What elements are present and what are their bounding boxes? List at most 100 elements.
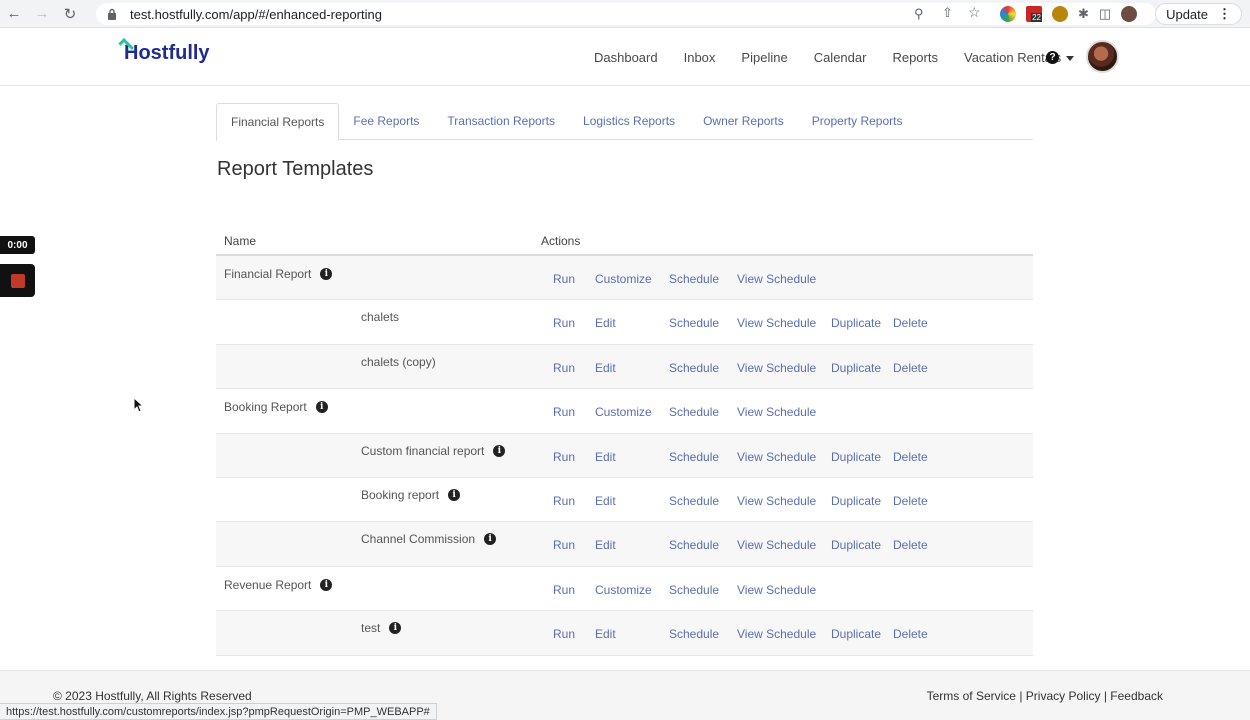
run-link[interactable]: Run (553, 450, 595, 464)
run-link[interactable]: Run (553, 272, 595, 286)
edit-link[interactable]: Edit (595, 627, 669, 641)
run-link[interactable]: Run (553, 405, 595, 419)
duplicate-link[interactable]: Duplicate (831, 361, 893, 375)
row-actions: Run Edit Schedule View Schedule Duplicate Del… (553, 361, 928, 375)
view-schedule-link[interactable]: View Schedule (737, 627, 831, 641)
duplicate-link[interactable]: Duplicate (831, 494, 893, 508)
back-icon[interactable]: ← (0, 0, 28, 28)
run-link[interactable]: Run (553, 583, 595, 597)
profile-icon[interactable] (1121, 6, 1138, 22)
page-title: Report Templates (217, 158, 374, 180)
tab-logistics-reports[interactable]: Logistics Reports (569, 103, 689, 139)
run-link[interactable]: Run (553, 538, 595, 552)
schedule-link[interactable]: Schedule (669, 583, 737, 597)
key-icon[interactable]: ⚲ (914, 6, 924, 22)
run-link[interactable]: Run (553, 494, 595, 508)
status-bar-url: https://test.hostfully.com/customreports… (0, 703, 437, 720)
duplicate-link[interactable]: Duplicate (831, 316, 893, 330)
schedule-link[interactable]: Schedule (669, 272, 737, 286)
forward-icon[interactable]: → (28, 0, 56, 28)
edit-link[interactable]: Edit (595, 361, 669, 375)
schedule-link[interactable]: Schedule (669, 627, 737, 641)
info-icon[interactable]: i (389, 622, 402, 635)
address-bar[interactable]: test.hostfully.com/app/#/enhanced-report… (96, 3, 1156, 25)
edit-link[interactable]: Edit (595, 538, 669, 552)
help-icon[interactable]: ? (1046, 51, 1059, 64)
tab-owner-reports[interactable]: Owner Reports (689, 103, 798, 139)
copyright-text: © 2023 Hostfully, All Rights Reserved (53, 689, 252, 703)
delete-link[interactable]: Delete (893, 450, 928, 464)
puzzle-icon[interactable]: ✱ (1078, 6, 1089, 22)
hostfully-logo[interactable]: Hostfully (118, 38, 210, 65)
privacy-link[interactable]: Privacy Policy (1026, 689, 1101, 703)
view-schedule-link[interactable]: View Schedule (737, 494, 831, 508)
info-icon[interactable]: i (448, 488, 461, 501)
table-row: Revenue Report i Run Customize Schedule View … (216, 567, 1033, 612)
edit-link[interactable]: Edit (595, 450, 669, 464)
row-actions: Run Edit Schedule View Schedule Duplicate Del… (553, 538, 928, 552)
nav-calendar[interactable]: Calendar (814, 50, 867, 65)
schedule-link[interactable]: Schedule (669, 316, 737, 330)
duplicate-link[interactable]: Duplicate (831, 627, 893, 641)
run-link[interactable]: Run (553, 627, 595, 641)
url-text: test.hostfully.com/app/#/enhanced-report… (130, 6, 382, 22)
customize-link[interactable]: Customize (595, 583, 669, 597)
nav-dashboard[interactable]: Dashboard (594, 50, 658, 65)
info-icon[interactable]: i (484, 533, 497, 546)
reload-icon[interactable]: ↻ (56, 0, 84, 28)
table-row: Channel Commission i Run Edit Schedule View S… (216, 522, 1033, 567)
share-icon[interactable]: ⇧ (942, 5, 953, 21)
view-schedule-link[interactable]: View Schedule (737, 316, 831, 330)
info-icon[interactable]: i (320, 578, 333, 591)
cookie-extension-icon[interactable] (1052, 6, 1068, 22)
caret-down-icon (1066, 56, 1075, 62)
info-icon[interactable]: i (315, 401, 328, 414)
calendar-extension-icon[interactable]: 22 (1026, 6, 1042, 22)
delete-link[interactable]: Delete (893, 316, 928, 330)
delete-link[interactable]: Delete (893, 361, 928, 375)
view-schedule-link[interactable]: View Schedule (737, 583, 831, 597)
delete-link[interactable]: Delete (893, 494, 928, 508)
tab-fee-reports[interactable]: Fee Reports (339, 103, 433, 139)
view-schedule-link[interactable]: View Schedule (737, 450, 831, 464)
nav-reports[interactable]: Reports (892, 50, 938, 65)
delete-link[interactable]: Delete (893, 627, 928, 641)
avatar[interactable] (1086, 40, 1119, 73)
star-icon[interactable]: ☆ (968, 4, 981, 21)
update-button[interactable]: Update ⋮ (1155, 3, 1242, 25)
schedule-link[interactable]: Schedule (669, 361, 737, 375)
tab-transaction-reports[interactable]: Transaction Reports (433, 103, 569, 139)
duplicate-link[interactable]: Duplicate (831, 538, 893, 552)
nav-inbox[interactable]: Inbox (684, 50, 716, 65)
feedback-link[interactable]: Feedback (1110, 689, 1163, 703)
schedule-link[interactable]: Schedule (669, 405, 737, 419)
view-schedule-link[interactable]: View Schedule (737, 538, 831, 552)
run-link[interactable]: Run (553, 316, 595, 330)
stop-recording-button[interactable] (0, 264, 35, 297)
table-row: Financial Report i Run Customize Schedule Vie… (216, 256, 1033, 301)
terms-link[interactable]: Terms of Service (927, 689, 1016, 703)
info-icon[interactable]: i (320, 268, 333, 280)
customize-link[interactable]: Customize (595, 405, 669, 419)
view-schedule-link[interactable]: View Schedule (737, 272, 831, 286)
view-schedule-link[interactable]: View Schedule (737, 361, 831, 375)
schedule-link[interactable]: Schedule (669, 494, 737, 508)
tab-financial-reports[interactable]: Financial Reports (216, 103, 340, 141)
duplicate-link[interactable]: Duplicate (831, 450, 893, 464)
edit-link[interactable]: Edit (595, 494, 669, 508)
info-icon[interactable]: i (493, 444, 506, 457)
row-actions: Run Customize Schedule View Schedule (553, 272, 831, 286)
tab-property-reports[interactable]: Property Reports (798, 103, 917, 139)
run-link[interactable]: Run (553, 361, 595, 375)
color-extension-icon[interactable] (1000, 6, 1016, 22)
delete-link[interactable]: Delete (893, 538, 928, 552)
view-schedule-link[interactable]: View Schedule (737, 405, 831, 419)
row-actions: Run Edit Schedule View Schedule Duplicate Del… (553, 627, 928, 641)
recording-timer: 0:00 (0, 236, 35, 254)
edit-link[interactable]: Edit (595, 316, 669, 330)
customize-link[interactable]: Customize (595, 272, 669, 286)
schedule-link[interactable]: Schedule (669, 538, 737, 552)
sidebar-icon[interactable]: ◫ (1099, 6, 1111, 22)
schedule-link[interactable]: Schedule (669, 450, 737, 464)
nav-pipeline[interactable]: Pipeline (741, 50, 787, 65)
